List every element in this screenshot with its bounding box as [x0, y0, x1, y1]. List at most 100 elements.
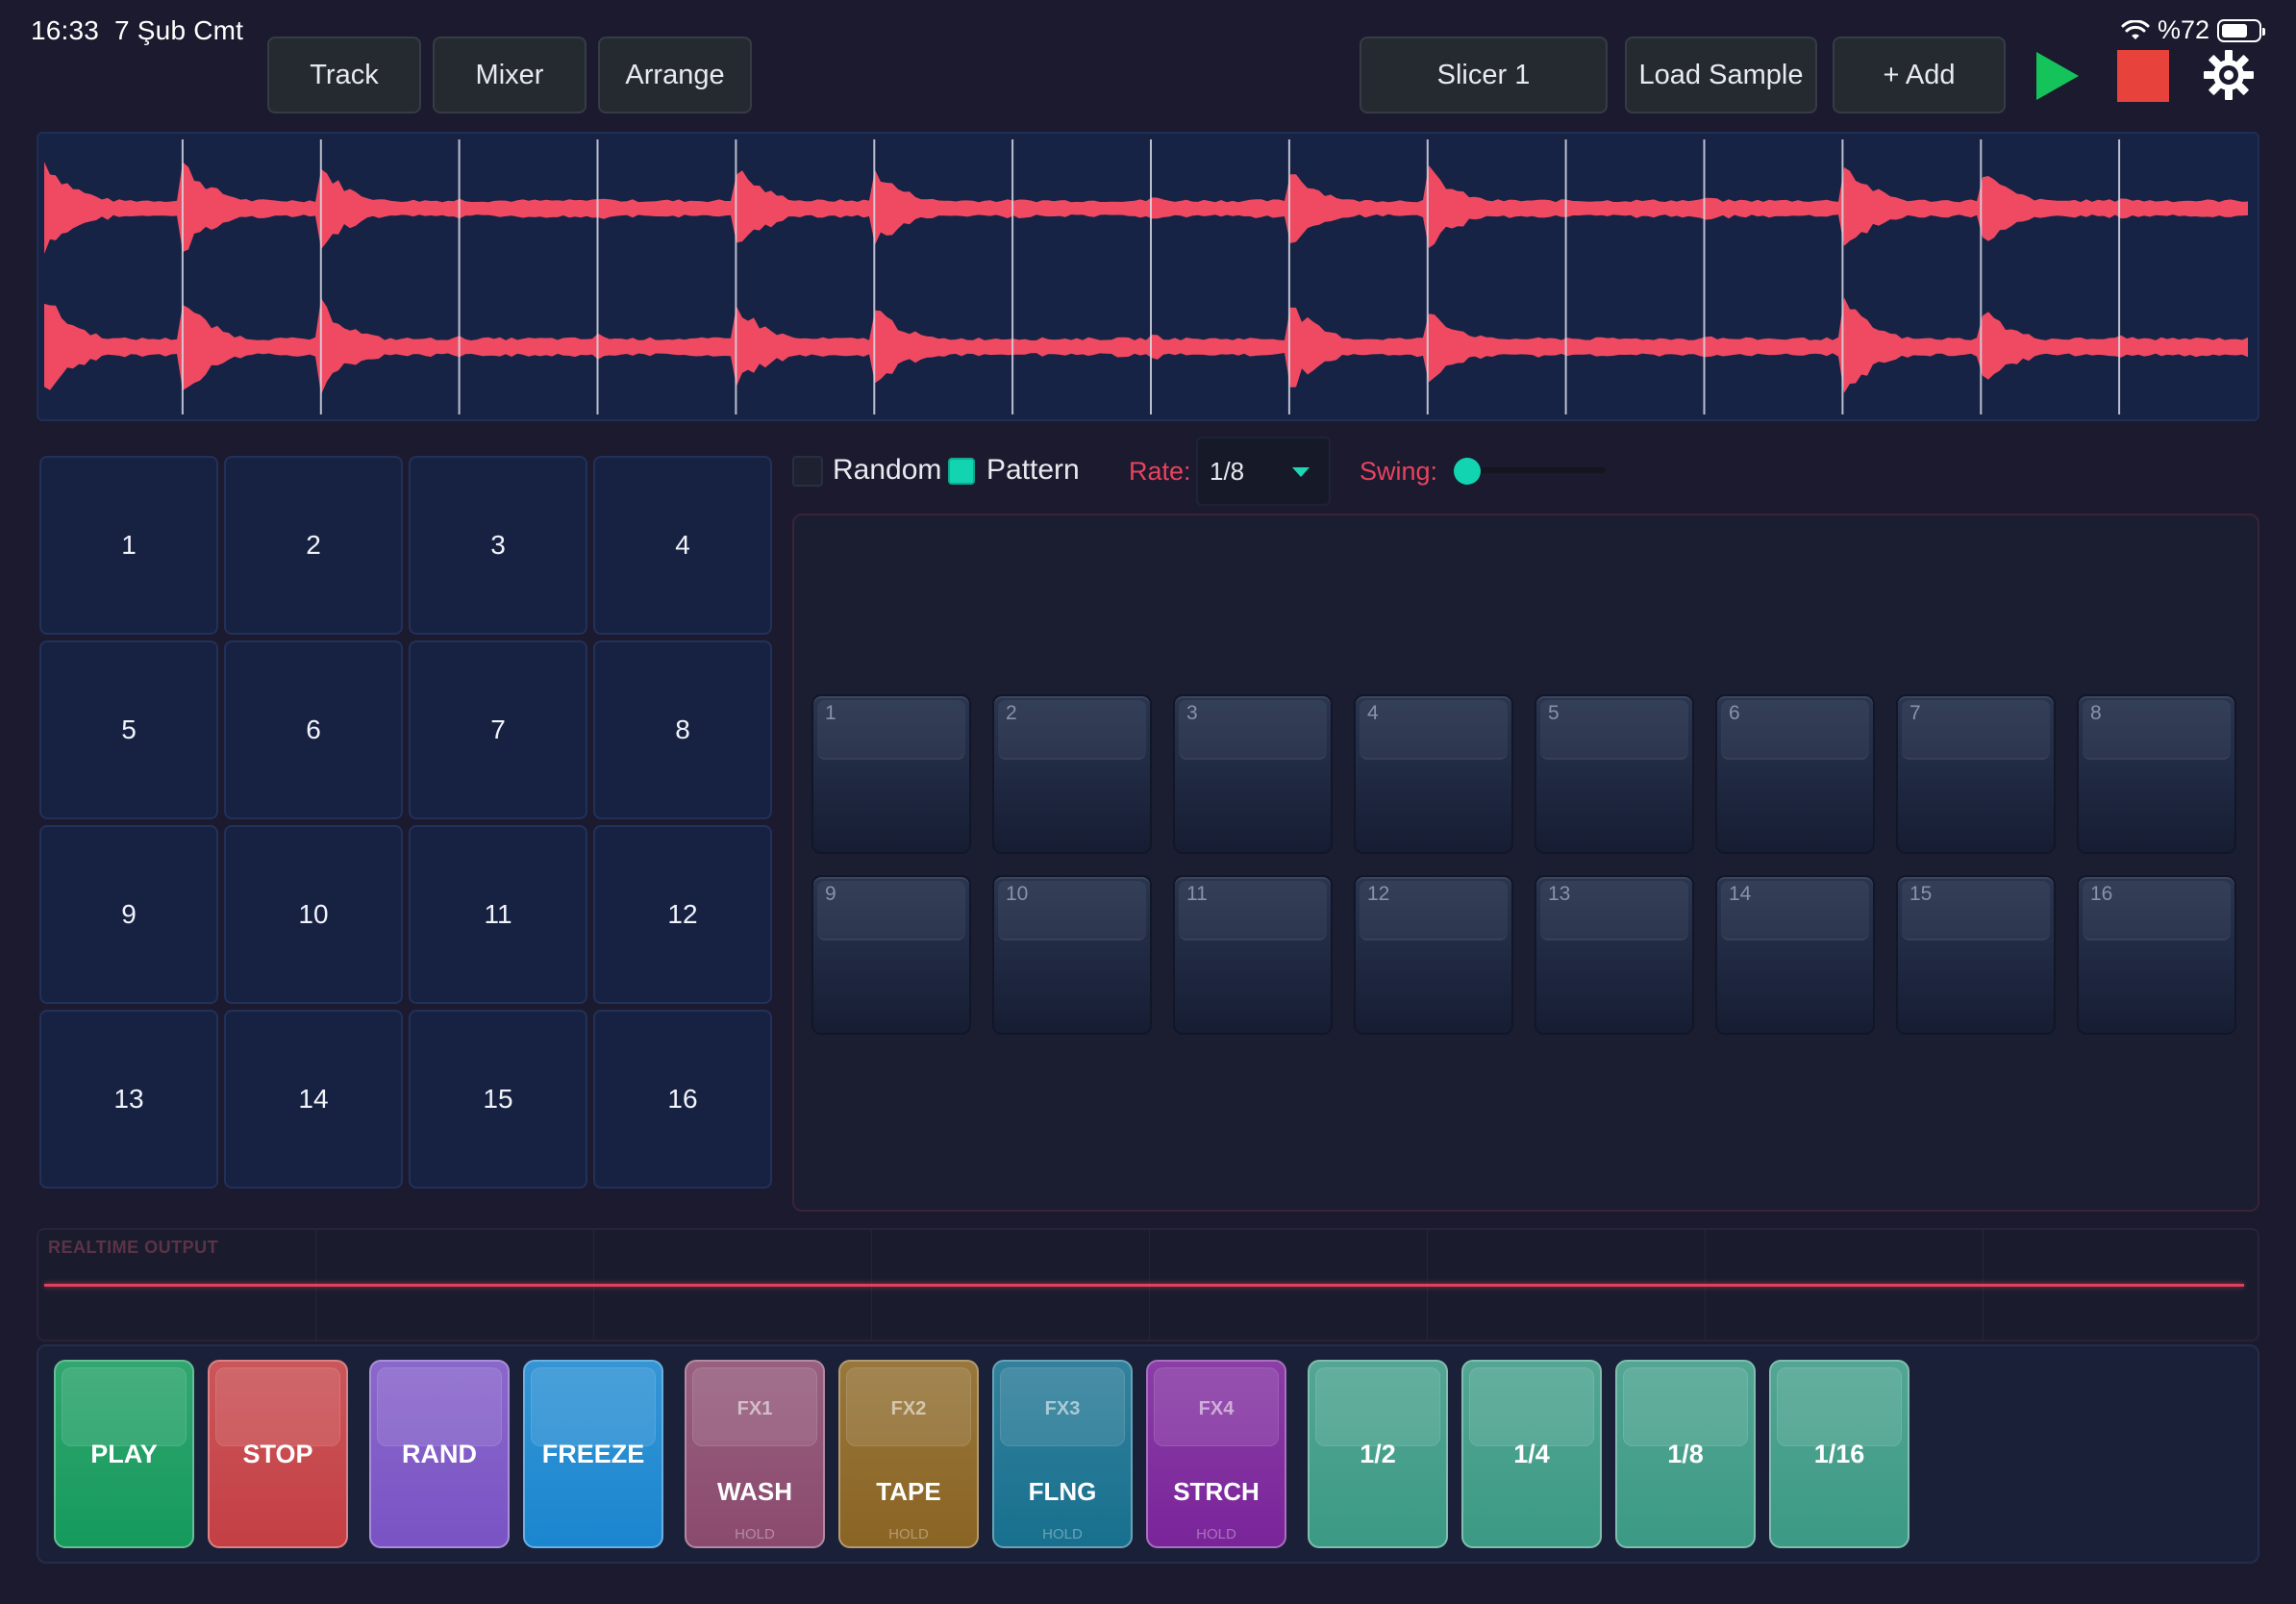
step-12[interactable]: 12 [1354, 875, 1513, 1035]
hold-hint: HOLD [1196, 1526, 1236, 1542]
pattern-checkbox[interactable] [948, 458, 975, 485]
button-label: RAND [402, 1439, 477, 1468]
button-label: PLAY [90, 1439, 158, 1468]
button-highlight [1623, 1367, 1748, 1446]
rate-dropdown[interactable]: 1/8 [1196, 437, 1331, 506]
pad-15[interactable]: 15 [409, 1010, 587, 1189]
step-1[interactable]: 1 [811, 694, 971, 854]
pad-2[interactable]: 2 [224, 456, 403, 635]
clock: 16:33 [31, 15, 100, 45]
waveform-channel [44, 297, 2248, 395]
rand-button[interactable]: RAND [369, 1360, 510, 1548]
step-6[interactable]: 6 [1715, 694, 1875, 854]
step-14[interactable]: 14 [1715, 875, 1875, 1035]
play-button[interactable] [2033, 50, 2081, 102]
1-2-button[interactable]: 1/2 [1308, 1360, 1448, 1548]
step-number: 6 [1729, 702, 1740, 724]
step-highlight [1721, 700, 1869, 760]
pad-1[interactable]: 1 [39, 456, 218, 635]
step-16[interactable]: 16 [2077, 875, 2236, 1035]
pad-14[interactable]: 14 [224, 1010, 403, 1189]
instrument-selector[interactable]: Slicer 1 [1360, 37, 1608, 113]
button-highlight [1315, 1367, 1440, 1446]
date: 7 Şub Cmt [114, 15, 244, 45]
step-7[interactable]: 7 [1896, 694, 2056, 854]
step-13[interactable]: 13 [1535, 875, 1694, 1035]
load-sample-button[interactable]: Load Sample [1625, 37, 1817, 113]
fx4-strch-button[interactable]: FX4 STRCH HOLD [1146, 1360, 1286, 1548]
tab-arrange[interactable]: Arrange [598, 37, 752, 113]
rate-value: 1/8 [1210, 456, 1245, 486]
settings-button[interactable] [2202, 48, 2256, 102]
pad-12[interactable]: 12 [593, 825, 772, 1004]
step-number: 5 [1548, 702, 1560, 724]
step-5[interactable]: 5 [1535, 694, 1694, 854]
step-4[interactable]: 4 [1354, 694, 1513, 854]
pad-13[interactable]: 13 [39, 1010, 218, 1189]
freeze-button[interactable]: FREEZE [523, 1360, 663, 1548]
step-number: 15 [1909, 883, 1933, 905]
step-sequencer-panel [792, 514, 2259, 1212]
pad-16[interactable]: 16 [593, 1010, 772, 1189]
waveform-display[interactable] [37, 132, 2259, 421]
button-label: STOP [242, 1439, 313, 1468]
tab-mixer[interactable]: Mixer [433, 37, 586, 113]
fx3-flng-button[interactable]: FX3 FLNG HOLD [992, 1360, 1133, 1548]
play-button[interactable]: PLAY [54, 1360, 194, 1548]
stop-button[interactable]: STOP [208, 1360, 348, 1548]
step-10[interactable]: 10 [992, 875, 1152, 1035]
fx2-tape-button[interactable]: FX2 TAPE HOLD [838, 1360, 979, 1548]
fx-name: STRCH [1173, 1477, 1260, 1506]
step-number: 9 [825, 883, 836, 905]
1-8-button[interactable]: 1/8 [1615, 1360, 1756, 1548]
output-signal-line [44, 1284, 2244, 1287]
fx-tag: FX4 [1198, 1398, 1235, 1419]
fx-tag: FX3 [1044, 1398, 1081, 1419]
step-highlight [2083, 700, 2231, 760]
step-11[interactable]: 11 [1173, 875, 1333, 1035]
button-highlight [62, 1367, 187, 1446]
chevron-down-icon [1292, 467, 1310, 477]
1-4-button[interactable]: 1/4 [1461, 1360, 1602, 1548]
pad-9[interactable]: 9 [39, 825, 218, 1004]
battery-percent: %72 [2157, 15, 2209, 44]
pad-3[interactable]: 3 [409, 456, 587, 635]
step-15[interactable]: 15 [1896, 875, 2056, 1035]
button-highlight [1777, 1367, 1902, 1446]
step-number: 13 [1548, 883, 1571, 905]
pad-6[interactable]: 6 [224, 640, 403, 819]
step-highlight [1540, 700, 1688, 760]
waveform-channel [44, 162, 2248, 254]
swing-label: Swing: [1360, 457, 1438, 486]
step-number: 14 [1729, 883, 1752, 905]
random-checkbox[interactable] [792, 456, 823, 487]
step-highlight [998, 700, 1146, 760]
pad-8[interactable]: 8 [593, 640, 772, 819]
step-9[interactable]: 9 [811, 875, 971, 1035]
tab-track[interactable]: Track [267, 37, 421, 113]
pad-7[interactable]: 7 [409, 640, 587, 819]
step-3[interactable]: 3 [1173, 694, 1333, 854]
stop-button[interactable] [2117, 50, 2169, 102]
swing-slider-knob[interactable] [1454, 458, 1481, 485]
step-2[interactable]: 2 [992, 694, 1152, 854]
button-highlight [1469, 1367, 1594, 1446]
pattern-label: Pattern [986, 454, 1080, 486]
fx1-wash-button[interactable]: FX1 WASH HOLD [685, 1360, 825, 1548]
button-label: 1/8 [1667, 1439, 1704, 1468]
step-number: 8 [2090, 702, 2102, 724]
pad-5[interactable]: 5 [39, 640, 218, 819]
hold-hint: HOLD [1042, 1526, 1083, 1542]
step-highlight [1179, 700, 1327, 760]
step-number: 3 [1186, 702, 1198, 724]
pad-10[interactable]: 10 [224, 825, 403, 1004]
add-button[interactable]: + Add [1833, 37, 2006, 113]
step-number: 16 [2090, 883, 2113, 905]
pad-4[interactable]: 4 [593, 456, 772, 635]
swing-slider-track[interactable] [1471, 467, 1606, 473]
step-8[interactable]: 8 [2077, 694, 2236, 854]
step-highlight [817, 700, 965, 760]
realtime-output-panel: REALTIME OUTPUT [37, 1228, 2259, 1341]
1-16-button[interactable]: 1/16 [1769, 1360, 1909, 1548]
pad-11[interactable]: 11 [409, 825, 587, 1004]
